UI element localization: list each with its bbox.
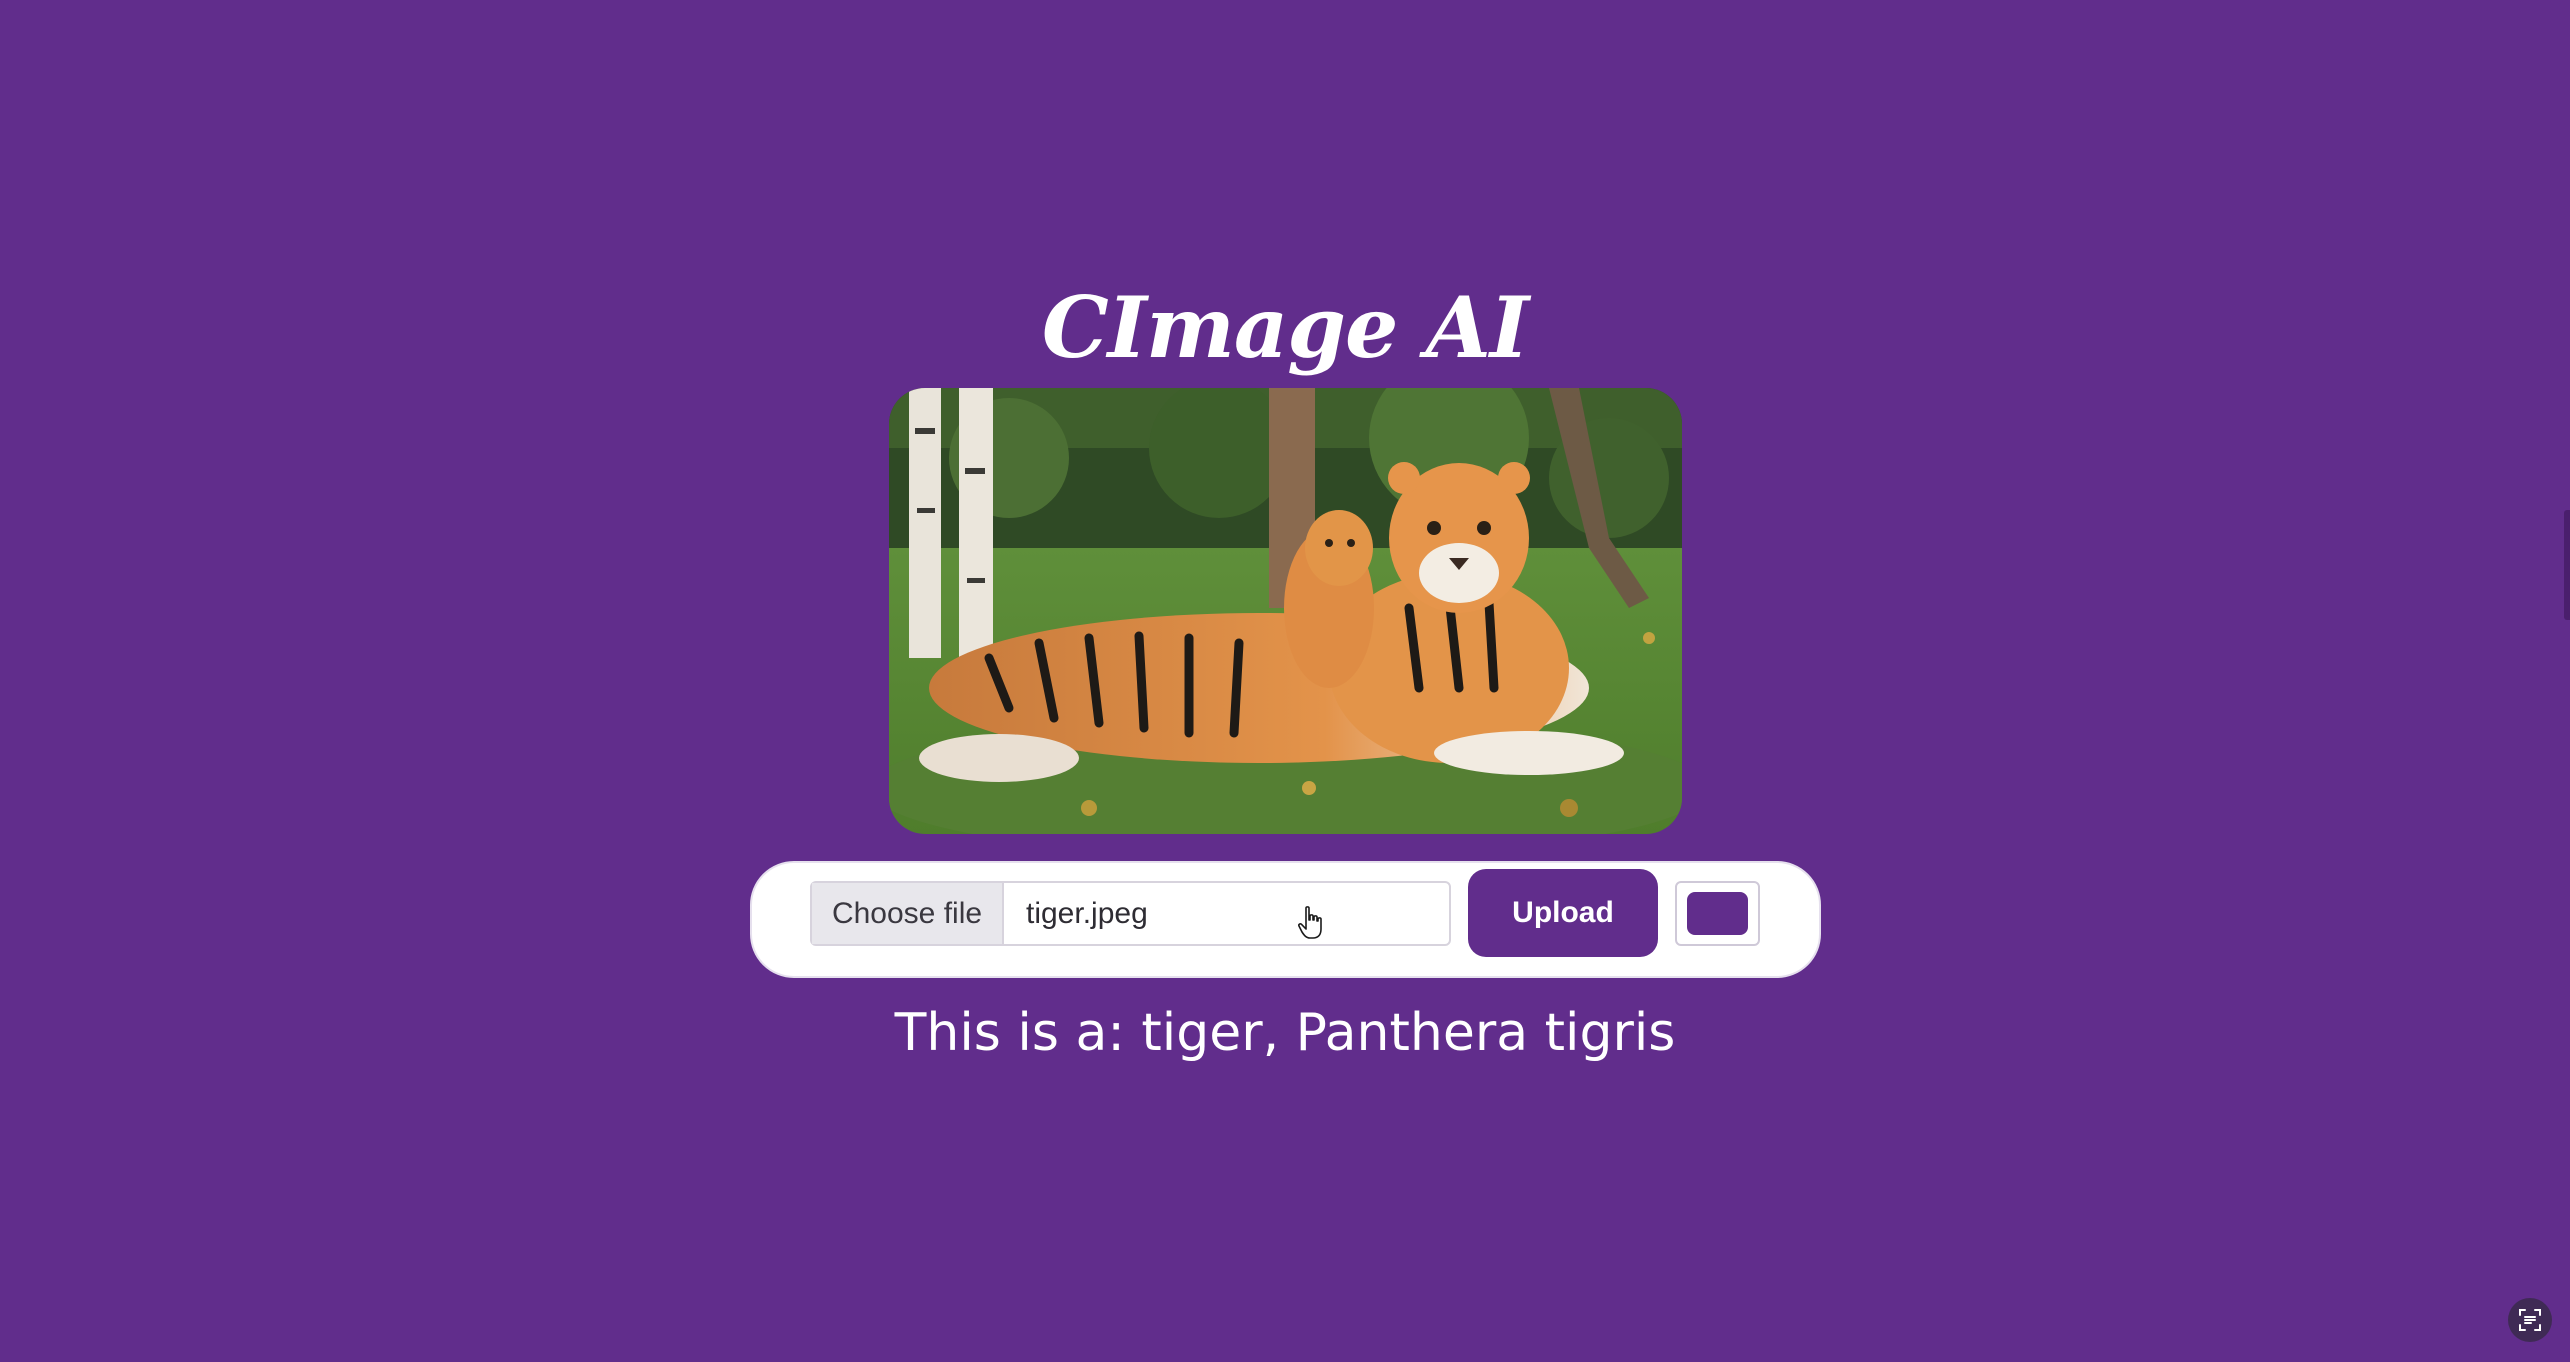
color-picker-swatch: [1687, 892, 1748, 935]
selected-file-name: tiger.jpeg: [1026, 896, 1148, 930]
classification-result: This is a: tiger, Panthera tigris: [894, 1003, 1676, 1063]
choose-file-button[interactable]: Choose file: [812, 883, 1004, 944]
hand-pointer-icon: [1298, 906, 1322, 939]
page: CImage AI Choose file tiger.jpeg Upload …: [0, 0, 2570, 1362]
color-picker[interactable]: [1675, 881, 1760, 946]
upload-button[interactable]: Upload: [1468, 869, 1658, 957]
uploaded-image-preview: [889, 388, 1682, 834]
app-title: CImage AI: [1041, 278, 1529, 377]
file-input[interactable]: Choose file tiger.jpeg: [810, 881, 1451, 946]
text-scan-icon[interactable]: [2508, 1298, 2552, 1342]
edge-tab[interactable]: [2564, 510, 2570, 620]
